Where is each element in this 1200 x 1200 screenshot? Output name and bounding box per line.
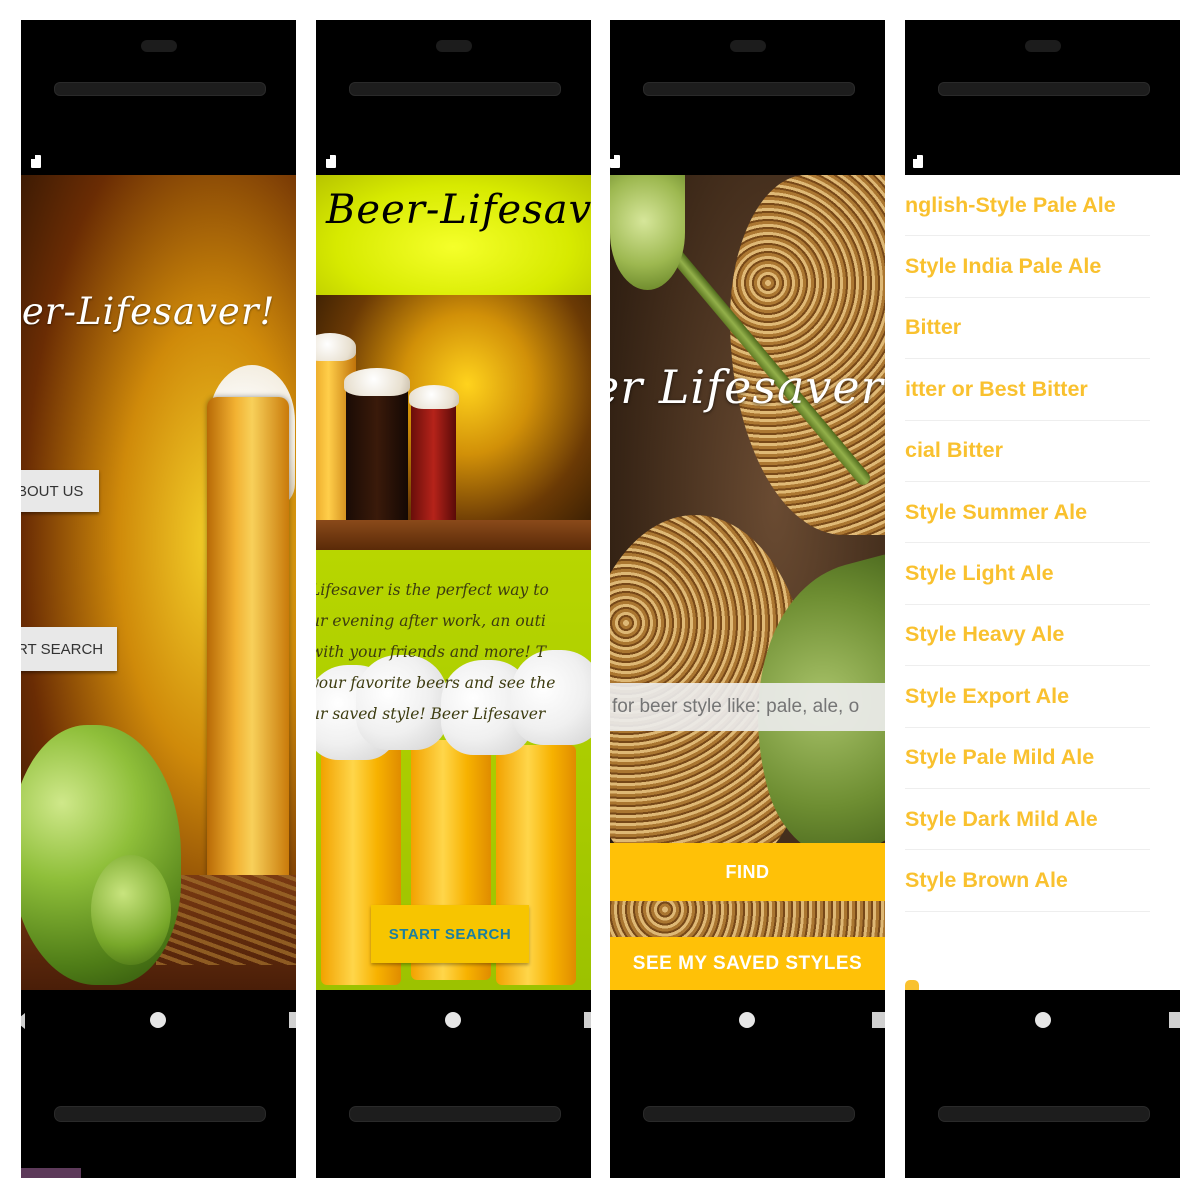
start-search-button[interactable]: START SEARCH [371, 905, 529, 963]
style-name: Style Summer Ale [905, 499, 1088, 524]
description-line: Lifesaver is the perfect way to [316, 581, 549, 599]
start-search-button[interactable]: RT SEARCH [21, 627, 117, 671]
style-name: Style Pale Mild Ale [905, 745, 1095, 770]
app-title: eer-Lifesaver! [21, 290, 276, 333]
speaker-grille [937, 82, 1150, 96]
taskbar-fragment [21, 1168, 81, 1178]
speaker-grille [53, 82, 266, 96]
hop-cone-image [610, 175, 685, 290]
bottom-speaker [937, 1106, 1150, 1122]
beer-foam-image [409, 385, 459, 409]
sd-card-icon [326, 155, 336, 168]
description-line: your favorite beers and see the [316, 674, 556, 692]
app-title: Beer-Lifesav [326, 187, 591, 233]
style-name: Style Export Ale [905, 683, 1070, 708]
list-item[interactable]: Style Heavy Ale [905, 605, 1150, 667]
back-icon[interactable] [21, 1013, 25, 1029]
list-item[interactable]: Style Light Ale [905, 543, 1150, 605]
nav-bar [610, 990, 885, 1050]
recents-icon[interactable] [584, 1012, 591, 1028]
camera [140, 40, 177, 52]
list-item[interactable]: cial Bitter [905, 421, 1150, 482]
style-name: Style India Pale Ale [905, 254, 1102, 279]
recents-icon[interactable] [1169, 1012, 1180, 1028]
search-screen: er Lifesaver FIND SEE MY SAVED STYLES [610, 175, 885, 990]
camera [729, 40, 766, 52]
style-name: Bitter [905, 315, 962, 340]
speaker-grille [348, 82, 561, 96]
shelf-image [316, 520, 591, 550]
home-icon[interactable] [739, 1012, 755, 1028]
list-item[interactable]: Bitter [905, 298, 1150, 360]
phone-frame-4: nglish-Style Pale Ale Style India Pale A… [905, 20, 1180, 1178]
style-name: cial Bitter [905, 438, 1003, 463]
description-line: with your friends and more! T [316, 643, 547, 661]
app-title: er Lifesaver [610, 360, 884, 414]
home-screen-1: eer-Lifesaver! BOUT US RT SEARCH [21, 175, 296, 990]
style-name: Style Heavy Ale [905, 622, 1065, 647]
description-text: Lifesaver is the perfect way to ur eveni… [316, 575, 591, 730]
style-name: Style Dark Mild Ale [905, 806, 1098, 831]
bottom-speaker [348, 1106, 561, 1122]
sd-card-icon [913, 155, 923, 168]
home-icon[interactable] [1035, 1012, 1051, 1028]
saved-styles-button[interactable]: SEE MY SAVED STYLES [610, 937, 885, 990]
bottom-speaker [53, 1106, 266, 1122]
description-line: ur saved style! Beer Lifesaver [316, 705, 546, 723]
beer-glass-image [207, 397, 289, 897]
nav-bar [21, 990, 296, 1050]
style-name: itter or Best Bitter [905, 376, 1088, 401]
nav-bar [316, 990, 591, 1050]
phone-frame-2: Beer-Lifesav Lifesaver is the perfect wa… [316, 20, 591, 1178]
list-item[interactable]: nglish-Style Pale Ale [905, 175, 1150, 237]
styles-list-screen: nglish-Style Pale Ale Style India Pale A… [905, 175, 1180, 990]
beer-glass-image [411, 395, 456, 525]
list-item[interactable]: itter or Best Bitter [905, 359, 1150, 421]
style-name: Style Brown Ale [905, 867, 1068, 892]
recents-icon[interactable] [289, 1012, 296, 1028]
list-item[interactable]: Style Brown Ale [905, 850, 1150, 912]
beer-foam-image [344, 368, 410, 396]
recents-icon[interactable] [872, 1012, 885, 1028]
bottom-speaker [642, 1106, 855, 1122]
list-item[interactable]: Style Export Ale [905, 666, 1150, 728]
home-screen-2: Beer-Lifesav Lifesaver is the perfect wa… [316, 175, 591, 990]
list-item[interactable]: Style Summer Ale [905, 482, 1150, 544]
sd-card-icon [610, 155, 620, 168]
beer-foam-image [316, 333, 356, 361]
styles-list: nglish-Style Pale Ale Style India Pale A… [905, 175, 1150, 912]
about-us-button[interactable]: BOUT US [21, 470, 99, 512]
list-item[interactable]: Style Pale Mild Ale [905, 728, 1150, 789]
description-line: ur evening after work, an outi [316, 612, 546, 630]
find-button[interactable]: FIND [610, 843, 885, 901]
phone-frame-1: eer-Lifesaver! BOUT US RT SEARCH [21, 20, 296, 1178]
header-banner: Beer-Lifesav [316, 175, 591, 295]
beer-glass-image [346, 380, 408, 525]
list-item[interactable]: Style India Pale Ale [905, 236, 1150, 298]
camera [1024, 40, 1061, 52]
hops-image [91, 855, 171, 965]
style-name: Style Light Ale [905, 561, 1054, 586]
next-item-peek [905, 980, 919, 990]
nav-bar [905, 990, 1180, 1050]
beer-style-search-input[interactable] [610, 683, 885, 731]
list-item[interactable]: Style Dark Mild Ale [905, 789, 1150, 851]
sd-card-icon [31, 155, 41, 168]
style-name: nglish-Style Pale Ale [905, 192, 1116, 217]
phone-frame-3: er Lifesaver FIND SEE MY SAVED STYLES [610, 20, 885, 1178]
camera [435, 40, 472, 52]
home-icon[interactable] [445, 1012, 461, 1028]
home-icon[interactable] [150, 1012, 166, 1028]
speaker-grille [642, 82, 855, 96]
